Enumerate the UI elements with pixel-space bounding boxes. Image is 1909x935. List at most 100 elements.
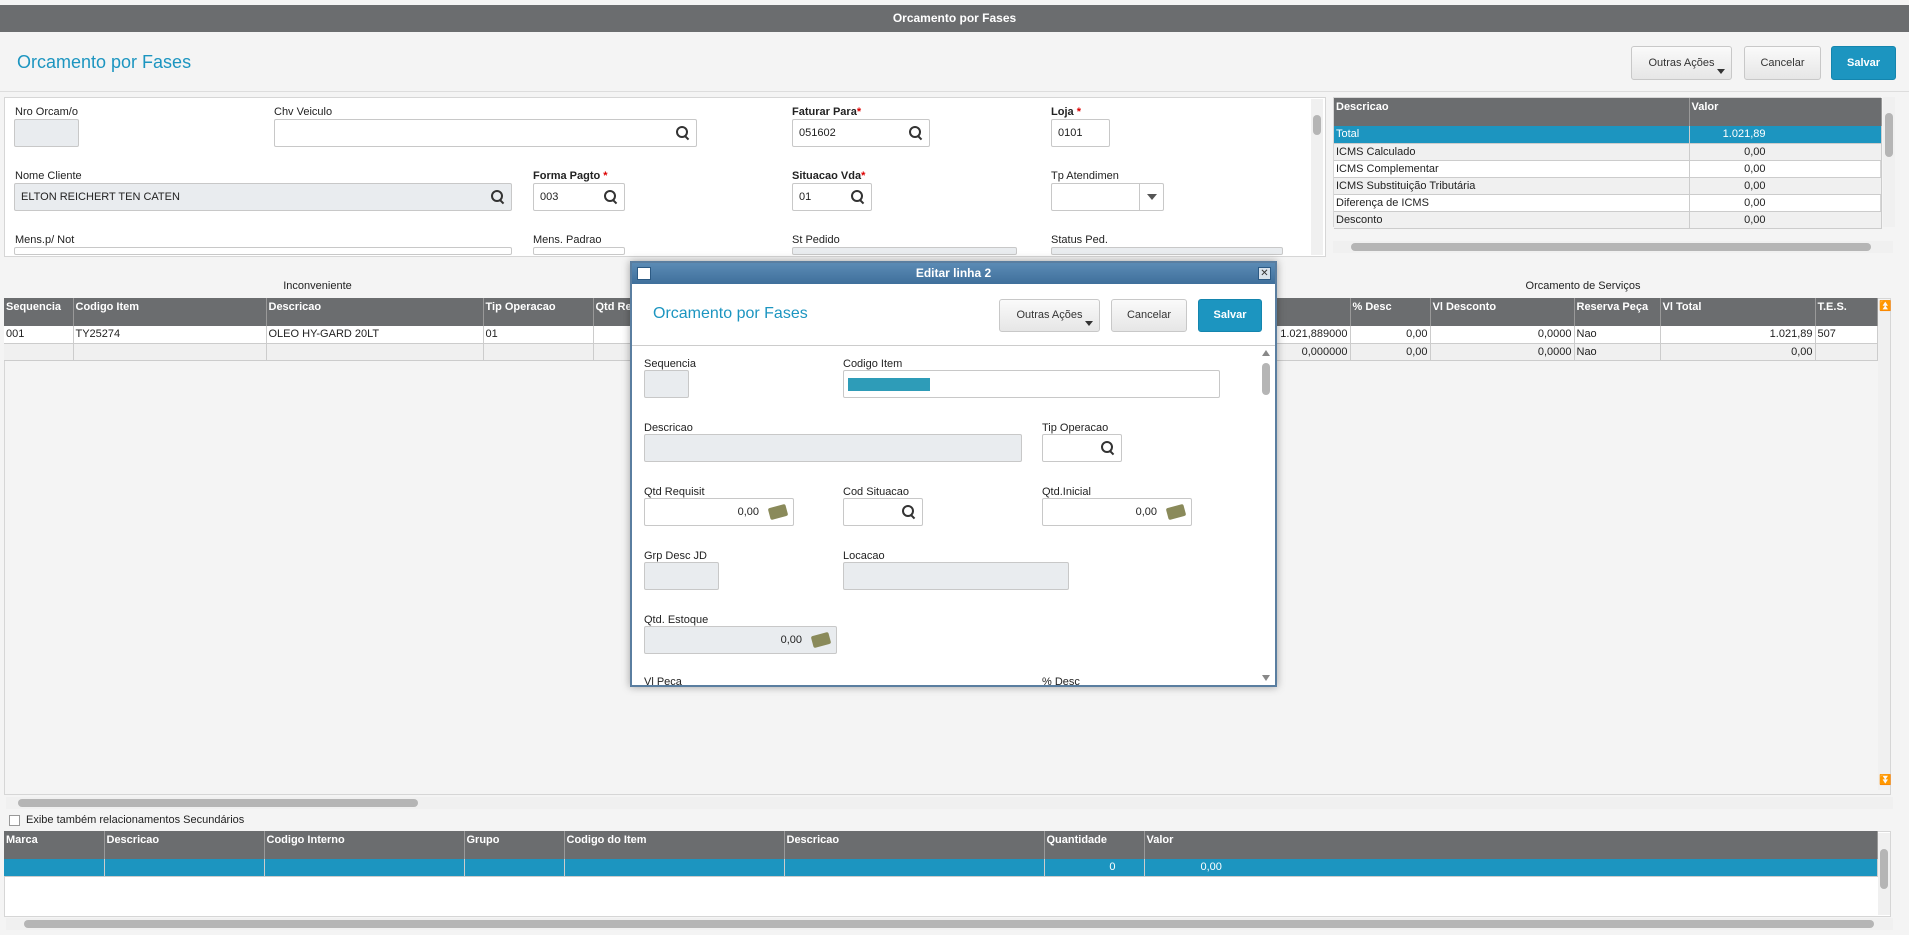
col-descricao-2[interactable]: Descricao: [784, 831, 1045, 859]
col-codigo-item[interactable]: Codigo Item: [73, 298, 267, 326]
search-icon[interactable]: [676, 126, 690, 140]
totals-row[interactable]: ICMS Substituição Tributária 0,00: [1334, 177, 1882, 195]
col-grupo[interactable]: Grupo: [464, 831, 565, 859]
qtd-estoque-field[interactable]: 0,00: [644, 626, 837, 654]
bottom-scrollbar-v[interactable]: [1878, 833, 1890, 915]
table-row[interactable]: 001 TY25274 OLEO HY-GARD 20LT 01: [4, 326, 632, 344]
save-button[interactable]: Salvar: [1831, 46, 1896, 80]
dropdown-arrow-icon[interactable]: [1139, 184, 1163, 210]
scroll-up-icon[interactable]: [1262, 350, 1270, 356]
loja-field[interactable]: 0101: [1051, 119, 1110, 147]
faturar-para-field[interactable]: 051602: [792, 119, 930, 147]
totals-row[interactable]: ICMS Calculado 0,00: [1334, 143, 1882, 161]
col-descricao[interactable]: Descricao: [266, 298, 484, 326]
search-icon[interactable]: [491, 190, 505, 204]
scrollbar-thumb[interactable]: [1313, 115, 1321, 135]
bottom-scrollbar-h[interactable]: [6, 918, 1893, 930]
bottom-table: Marca Descricao Codigo Interno Grupo Cod…: [4, 831, 1878, 877]
dialog-titlebar[interactable]: Editar linha 2: [632, 263, 1275, 284]
table-row[interactable]: [4, 343, 632, 361]
scroll-bottom-icon[interactable]: ⏬: [1879, 776, 1891, 786]
dialog-scrollbar[interactable]: [1260, 349, 1272, 683]
table-cell: TY25274: [73, 326, 267, 344]
table-row[interactable]: 1.021,889000 0,00 0,0000 Nao 1.021,89 50…: [1277, 326, 1878, 344]
mens-not-field[interactable]: [14, 247, 512, 255]
totals-scrollbar-v[interactable]: [1883, 97, 1895, 227]
section-orcamento-servicos[interactable]: Orcamento de Serviços: [1277, 277, 1889, 295]
col-tes[interactable]: T.E.S.: [1815, 298, 1878, 326]
scrollbar-thumb[interactable]: [1880, 849, 1888, 889]
status-ped-field[interactable]: [1051, 247, 1283, 255]
money-icon[interactable]: [1165, 503, 1187, 521]
scrollbar-thumb[interactable]: [1351, 243, 1871, 251]
col-valor[interactable]: Valor: [1144, 831, 1878, 859]
codigo-item-field[interactable]: [843, 370, 1220, 398]
dialog-other-actions-button[interactable]: Outras Ações: [999, 299, 1100, 332]
col-sequencia[interactable]: Sequencia: [4, 298, 74, 326]
money-icon[interactable]: [767, 503, 789, 521]
col-quantidade[interactable]: Quantidade: [1044, 831, 1145, 859]
totals-row[interactable]: Total 1.021,89: [1334, 126, 1882, 144]
mens-padrao-field[interactable]: [533, 247, 625, 255]
col-vl-desconto[interactable]: Vl Desconto: [1430, 298, 1575, 326]
table-cell: [1815, 343, 1878, 361]
faturar-para-value: 051602: [799, 127, 836, 139]
col-vl-total[interactable]: Vl Total: [1660, 298, 1816, 326]
totals-row[interactable]: Desconto 0,00: [1334, 211, 1882, 229]
totals-row[interactable]: ICMS Complementar 0,00: [1334, 160, 1882, 178]
sequencia-field[interactable]: [644, 370, 689, 398]
totals-scrollbar-h[interactable]: [1333, 241, 1893, 253]
qtd-requisit-field[interactable]: 0,00: [644, 498, 794, 526]
table-row[interactable]: 0,000000 0,00 0,0000 Nao 0,00: [1277, 343, 1878, 361]
search-icon[interactable]: [1101, 441, 1115, 455]
scroll-down-icon[interactable]: [1262, 675, 1270, 681]
nro-orcam-field[interactable]: [14, 119, 79, 147]
other-actions-button[interactable]: Outras Ações: [1631, 46, 1732, 80]
table-cell: 0,00: [1350, 326, 1431, 344]
scroll-top-icon[interactable]: ⏫: [1879, 302, 1891, 312]
scrollbar-thumb[interactable]: [24, 920, 1874, 928]
cod-situacao-field[interactable]: [843, 498, 923, 526]
grp-desc-field[interactable]: [644, 562, 719, 590]
secondary-relations-checkbox[interactable]: [9, 815, 20, 826]
close-icon[interactable]: ✕: [1258, 267, 1271, 280]
search-icon[interactable]: [909, 126, 923, 140]
situacao-vda-field[interactable]: 01: [792, 183, 872, 211]
chv-veiculo-field[interactable]: [274, 119, 697, 147]
scrollbar-thumb[interactable]: [1885, 113, 1893, 157]
descricao-field[interactable]: [644, 434, 1022, 462]
items-scrollbar-h[interactable]: [6, 797, 1893, 809]
col-tip-operacao[interactable]: Tip Operacao: [483, 298, 594, 326]
col-valor[interactable]: [1277, 298, 1351, 326]
search-icon[interactable]: [604, 190, 618, 204]
forma-pagto-field[interactable]: 003: [533, 183, 625, 211]
col-descricao[interactable]: Descricao: [104, 831, 265, 859]
col-codigo-do-item[interactable]: Codigo do Item: [564, 831, 785, 859]
col-reserva-peca[interactable]: Reserva Peça: [1574, 298, 1661, 326]
money-icon[interactable]: [810, 631, 832, 649]
dialog-cancel-button[interactable]: Cancelar: [1111, 299, 1187, 332]
search-icon[interactable]: [902, 505, 916, 519]
items-scrollbar-v[interactable]: ⏫ ⏬: [1878, 300, 1891, 790]
search-icon[interactable]: [851, 190, 865, 204]
cancel-button[interactable]: Cancelar: [1744, 46, 1821, 80]
table-row[interactable]: 0 0,00: [4, 859, 1878, 877]
col-pct-desc[interactable]: % Desc: [1350, 298, 1431, 326]
tip-operacao-field[interactable]: [1042, 434, 1122, 462]
section-inconveniente[interactable]: Inconveniente: [4, 277, 631, 295]
form-scrollbar[interactable]: [1311, 99, 1323, 255]
scrollbar-thumb[interactable]: [1262, 363, 1270, 395]
locacao-field[interactable]: [843, 562, 1069, 590]
st-pedido-field[interactable]: [792, 247, 1017, 255]
qtd-inicial-label: Qtd.Inicial: [1042, 486, 1091, 498]
tp-atendimen-select[interactable]: [1051, 183, 1164, 211]
totals-row[interactable]: Diferença de ICMS 0,00: [1334, 194, 1882, 212]
dialog-save-button[interactable]: Salvar: [1198, 299, 1262, 332]
nome-cliente-field[interactable]: ELTON REICHERT TEN CATEN: [14, 183, 512, 211]
col-marca[interactable]: Marca: [4, 831, 105, 859]
scrollbar-thumb[interactable]: [18, 799, 418, 807]
table-cell: 01: [483, 326, 594, 344]
col-qtd-req[interactable]: Qtd Re: [593, 298, 632, 326]
col-codigo-interno[interactable]: Codigo Interno: [264, 831, 465, 859]
qtd-inicial-field[interactable]: 0,00: [1042, 498, 1192, 526]
